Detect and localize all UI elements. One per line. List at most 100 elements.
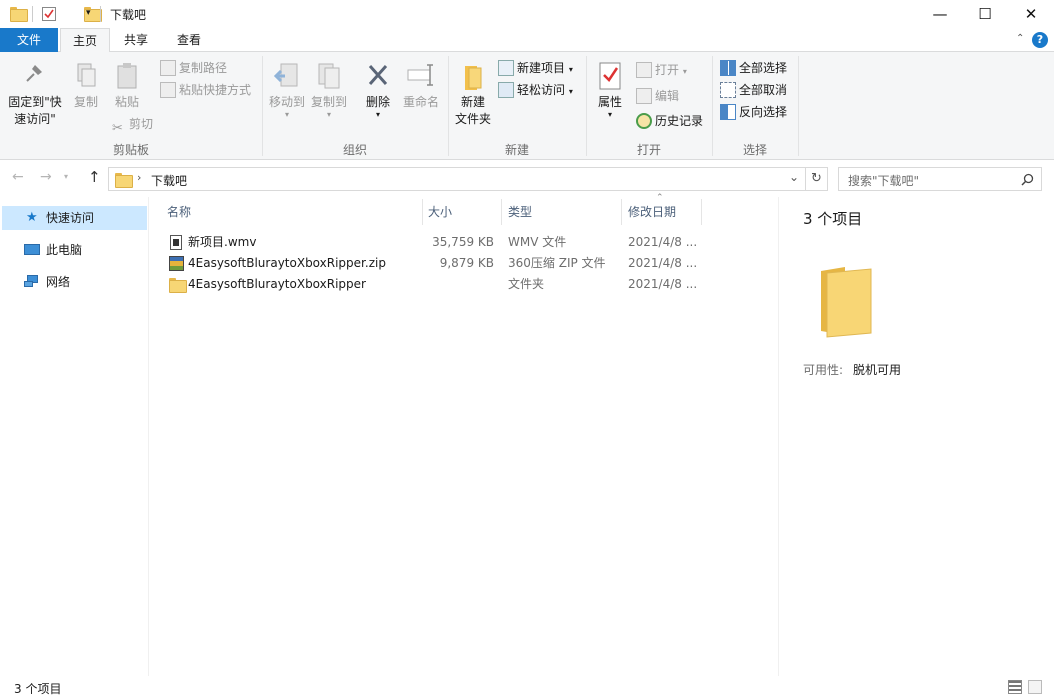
sidebar-item-network[interactable]: 网络 [2, 270, 147, 294]
sidebar-item-label: 此电脑 [46, 243, 83, 257]
history-icon [636, 113, 652, 129]
title-bar: ▾ 下载吧 — ☐ ✕ [0, 0, 1054, 28]
properties-quick-icon[interactable] [42, 7, 56, 21]
sidebar-item-label: 快速访问 [46, 211, 95, 225]
file-size: 9,879 KB [439, 256, 494, 270]
open-button[interactable]: 打开 ▾ [636, 60, 687, 80]
paste-label: 粘贴 [114, 95, 139, 109]
file-type: WMV 文件 [508, 235, 567, 249]
dropdown-arrow-icon: ▾ [607, 110, 612, 119]
breadcrumb[interactable]: 下载吧 [151, 172, 187, 189]
invert-selection-button[interactable]: 反向选择 [720, 102, 787, 122]
group-label-new: 新建 [504, 143, 529, 157]
column-header-type[interactable]: 类型 [491, 199, 611, 225]
properties-button[interactable]: 属性 ▾ [592, 62, 628, 119]
collapse-ribbon-icon[interactable]: ⌃ [1016, 33, 1024, 44]
copy-icon [77, 63, 96, 87]
sidebar-item-label: 网络 [46, 275, 71, 289]
ribbon: 固定到"快 速访问" 复制 粘贴 复制路径 粘贴快捷方式 ✂ 剪切 剪贴板 移动到… [0, 52, 1054, 160]
cut-label: 剪切 [129, 117, 154, 131]
dropdown-arrow-icon: ▾ [682, 67, 687, 76]
paste-shortcut-label: 粘贴快捷方式 [179, 83, 252, 97]
address-bar[interactable]: › 下载吧 ⌄ [108, 167, 806, 191]
details-view-icon[interactable] [1008, 680, 1022, 694]
properties-icon [599, 62, 621, 90]
move-to-button[interactable]: 移动到 ▾ [266, 62, 308, 119]
file-type: 360压缩 ZIP 文件 [508, 256, 606, 270]
recent-locations-icon[interactable]: ▾ [64, 172, 68, 181]
folder-icon [10, 7, 28, 22]
new-folder-button[interactable]: 新建 文件夹 [452, 62, 494, 128]
new-item-icon [498, 60, 514, 76]
search-icon[interactable] [1021, 173, 1034, 186]
new-folder-icon [465, 66, 482, 90]
search-input[interactable]: 搜索"下载吧" [838, 167, 1042, 191]
file-name: 4EasysoftBluraytoXboxRipper [188, 277, 366, 291]
navigation-bar: ← → ▾ ↑ › 下载吧 ⌄ ↻ 搜索"下载吧" [0, 161, 1054, 197]
properties-label: 属性 [597, 95, 622, 109]
edit-button[interactable]: 编辑 [636, 86, 679, 106]
select-none-button[interactable]: 全部取消 [720, 80, 787, 100]
status-count: 3 个项目 [14, 682, 62, 696]
minimize-button[interactable]: — [917, 0, 963, 28]
select-all-button[interactable]: 全部选择 [720, 58, 787, 78]
tab-view[interactable]: 查看 [165, 28, 213, 52]
table-row[interactable]: 4EasysoftBluraytoXboxRipper.zip 9,879 KB… [166, 253, 726, 274]
easy-access-label: 轻松访问 [517, 83, 566, 97]
group-label-select: 选择 [742, 143, 767, 157]
move-to-label: 移动到 [268, 95, 305, 109]
file-date: 2021/4/8 ... [628, 277, 698, 291]
paste-shortcut-button[interactable]: 粘贴快捷方式 [160, 80, 251, 100]
cut-button[interactable]: ✂ 剪切 [112, 114, 154, 136]
address-dropdown-icon[interactable]: ⌄ [789, 170, 799, 184]
paste-shortcut-icon [160, 82, 176, 98]
tab-home[interactable]: 主页 [60, 28, 111, 53]
column-separator[interactable] [701, 199, 702, 225]
dropdown-arrow-icon: ▾ [568, 65, 573, 74]
tab-file[interactable]: 文件 [0, 28, 58, 52]
maximize-button[interactable]: ☐ [962, 0, 1008, 28]
delete-button[interactable]: 删除 ▾ [360, 62, 396, 119]
star-icon: ★ [26, 210, 38, 225]
help-icon[interactable]: ? [1032, 32, 1048, 48]
refresh-icon: ↻ [811, 171, 822, 186]
up-arrow-icon[interactable]: ↑ [88, 168, 101, 186]
history-label: 历史记录 [655, 114, 704, 128]
back-arrow-icon[interactable]: ← [12, 169, 24, 185]
easy-access-button[interactable]: 轻松访问 ▾ [498, 80, 573, 100]
open-label: 打开 [655, 63, 680, 77]
column-header-name[interactable]: 名称 [150, 199, 422, 225]
separator [32, 6, 33, 22]
copy-path-label: 复制路径 [179, 61, 228, 75]
rename-button[interactable]: 重命名 [400, 62, 442, 111]
zip-file-icon [169, 256, 184, 271]
sort-indicator-icon: ⌃ [656, 193, 664, 203]
sidebar-item-quick-access[interactable]: ★ 快速访问 [2, 206, 147, 230]
table-row[interactable]: 4EasysoftBluraytoXboxRipper 文件夹 2021/4/8… [166, 274, 726, 295]
group-label-organize: 组织 [342, 143, 367, 157]
table-row[interactable]: 新项目.wmv 35,759 KB WMV 文件 2021/4/8 ... [166, 232, 726, 253]
tab-share[interactable]: 共享 [112, 28, 160, 52]
large-icons-view-icon[interactable] [1028, 680, 1042, 694]
copy-path-button[interactable]: 复制路径 [160, 58, 227, 78]
folder-icon [115, 173, 133, 188]
edit-label: 编辑 [655, 89, 680, 103]
delete-label: 删除 [365, 95, 390, 109]
file-size: 35,759 KB [432, 235, 494, 249]
history-button[interactable]: 历史记录 [636, 111, 703, 131]
copy-to-button[interactable]: 复制到 ▾ [308, 62, 350, 119]
new-item-button[interactable]: 新建项目 ▾ [498, 58, 573, 78]
pin-quick-access-button[interactable]: 固定到"快 速访问" [4, 62, 66, 128]
refresh-button[interactable]: ↻ [806, 167, 828, 191]
column-header-size[interactable]: 大小 [411, 199, 501, 225]
paste-icon [117, 63, 137, 89]
quick-access-dropdown-icon[interactable]: ▾ [86, 8, 91, 18]
close-button[interactable]: ✕ [1008, 0, 1054, 28]
copy-button[interactable]: 复制 [68, 62, 104, 111]
paste-button[interactable]: 粘贴 [108, 62, 146, 111]
forward-arrow-icon[interactable]: → [40, 169, 52, 185]
rename-label: 重命名 [402, 95, 439, 109]
breadcrumb-chevron-icon[interactable]: › [137, 171, 141, 184]
availability-label: 可用性: [803, 363, 844, 377]
sidebar-item-this-pc[interactable]: 此电脑 [2, 238, 147, 262]
